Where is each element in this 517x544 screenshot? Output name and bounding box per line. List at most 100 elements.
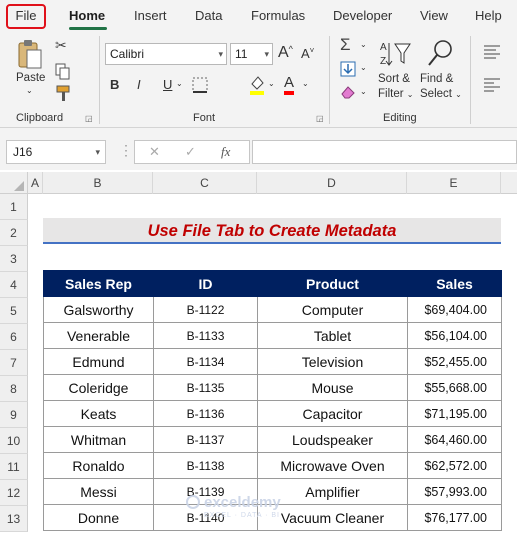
cell-sales-rep[interactable]: Venerable bbox=[43, 322, 154, 349]
cell-product[interactable]: Tablet bbox=[257, 322, 408, 349]
bold-button[interactable]: B bbox=[110, 77, 119, 92]
row-header[interactable]: 12 bbox=[0, 480, 28, 506]
cell-id[interactable]: B-1134 bbox=[153, 348, 258, 375]
row-header[interactable]: 2 bbox=[0, 220, 28, 246]
cell-sales[interactable]: $56,104.00 bbox=[407, 322, 502, 349]
cell-product[interactable]: Capacitor bbox=[257, 400, 408, 427]
clipboard-launcher-icon[interactable]: ◲ bbox=[85, 114, 93, 123]
cell-sales[interactable]: $64,460.00 bbox=[407, 426, 502, 453]
header-id[interactable]: ID bbox=[153, 270, 258, 297]
header-sales-rep[interactable]: Sales Rep bbox=[43, 270, 154, 297]
font-launcher-icon[interactable]: ◲ bbox=[316, 114, 324, 123]
cancel-icon[interactable]: ✕ bbox=[149, 144, 160, 160]
paste-button[interactable]: Paste bbox=[16, 72, 45, 84]
cell-product[interactable]: Microwave Oven bbox=[257, 452, 408, 479]
font-size-select[interactable]: 11 ▾ bbox=[230, 43, 273, 65]
column-header-d[interactable]: D bbox=[257, 172, 407, 194]
row-header[interactable]: 9 bbox=[0, 402, 28, 428]
row-header[interactable]: 5 bbox=[0, 298, 28, 324]
row-header[interactable]: 11 bbox=[0, 454, 28, 480]
clear-dropdown-icon[interactable]: ⌄ bbox=[360, 87, 367, 96]
cell-id[interactable]: B-1136 bbox=[153, 400, 258, 427]
tab-data[interactable]: Data bbox=[195, 8, 222, 23]
cell-sales-rep[interactable]: Edmund bbox=[43, 348, 154, 375]
cell-sales-rep[interactable]: Whitman bbox=[43, 426, 154, 453]
cell-id[interactable]: B-1138 bbox=[153, 452, 258, 479]
paste-icon[interactable] bbox=[16, 38, 44, 70]
row-header[interactable]: 6 bbox=[0, 324, 28, 350]
cell-sales[interactable]: $69,404.00 bbox=[407, 296, 502, 323]
grow-font-button[interactable]: A^ bbox=[278, 44, 293, 62]
fill-color-dropdown-icon[interactable]: ⌄ bbox=[268, 79, 275, 88]
borders-icon[interactable] bbox=[191, 76, 213, 94]
formula-input[interactable] bbox=[252, 140, 517, 164]
cell-id[interactable]: B-1135 bbox=[153, 374, 258, 401]
column-header-b[interactable]: B bbox=[43, 172, 153, 194]
header-product[interactable]: Product bbox=[257, 270, 408, 297]
clear-icon[interactable] bbox=[340, 84, 356, 100]
cut-icon[interactable]: ✂ bbox=[55, 38, 67, 52]
cell-sales[interactable]: $52,455.00 bbox=[407, 348, 502, 375]
tab-file[interactable]: File bbox=[6, 4, 46, 29]
tab-help[interactable]: Help bbox=[475, 8, 502, 23]
sheet-title[interactable]: Use File Tab to Create Metadata bbox=[43, 218, 501, 244]
cell-product[interactable]: Computer bbox=[257, 296, 408, 323]
cell-sales-rep[interactable]: Coleridge bbox=[43, 374, 154, 401]
row-header[interactable]: 7 bbox=[0, 350, 28, 376]
column-header-a[interactable]: A bbox=[28, 172, 43, 194]
cell-sales-rep[interactable]: Ronaldo bbox=[43, 452, 154, 479]
find-select-button[interactable]: Find & Select ⌄ bbox=[420, 72, 462, 102]
cell-id[interactable]: B-1133 bbox=[153, 322, 258, 349]
sort-filter-icon[interactable]: A Z bbox=[379, 39, 413, 69]
row-header[interactable]: 4 bbox=[0, 272, 28, 298]
autosum-icon[interactable]: Σ bbox=[340, 36, 351, 53]
cell-id[interactable]: B-1122 bbox=[153, 296, 258, 323]
cell-sales[interactable]: $62,572.00 bbox=[407, 452, 502, 479]
cell-product[interactable]: Loudspeaker bbox=[257, 426, 408, 453]
autosum-dropdown-icon[interactable]: ⌄ bbox=[360, 40, 367, 49]
insert-function-icon[interactable]: fx bbox=[221, 144, 230, 160]
cell-sales[interactable]: $76,177.00 bbox=[407, 504, 502, 531]
row-header[interactable]: 13 bbox=[0, 506, 28, 532]
paste-dropdown-icon[interactable]: ⌄ bbox=[26, 86, 33, 95]
cell-sales-rep[interactable]: Keats bbox=[43, 400, 154, 427]
find-icon[interactable] bbox=[426, 38, 456, 70]
cell-sales[interactable]: $71,195.00 bbox=[407, 400, 502, 427]
row-header[interactable]: 1 bbox=[0, 194, 28, 220]
row-header[interactable]: 8 bbox=[0, 376, 28, 402]
fill-color-icon[interactable] bbox=[248, 74, 266, 96]
column-header-c[interactable]: C bbox=[153, 172, 257, 194]
cell-sales[interactable]: $55,668.00 bbox=[407, 374, 502, 401]
align-left-icon[interactable] bbox=[482, 76, 502, 92]
italic-button[interactable]: I bbox=[137, 77, 141, 92]
tab-formulas[interactable]: Formulas bbox=[251, 8, 305, 23]
row-header[interactable]: 3 bbox=[0, 246, 28, 272]
row-header[interactable]: 10 bbox=[0, 428, 28, 454]
format-painter-icon[interactable] bbox=[55, 84, 73, 102]
cell-sales-rep[interactable]: Donne bbox=[43, 504, 154, 531]
cell-product[interactable]: Mouse bbox=[257, 374, 408, 401]
sort-filter-button[interactable]: Sort & Filter ⌄ bbox=[378, 72, 413, 102]
font-color-icon[interactable]: A bbox=[284, 74, 295, 95]
header-sales[interactable]: Sales bbox=[407, 270, 502, 297]
tab-home[interactable]: Home bbox=[69, 8, 105, 23]
underline-button[interactable]: U bbox=[163, 77, 172, 92]
copy-icon[interactable] bbox=[54, 62, 72, 80]
tab-developer[interactable]: Developer bbox=[333, 8, 392, 23]
cell-product[interactable]: Television bbox=[257, 348, 408, 375]
cell-sales-rep[interactable]: Galsworthy bbox=[43, 296, 154, 323]
select-all-button[interactable] bbox=[0, 172, 28, 194]
font-name-select[interactable]: Calibri ▾ bbox=[105, 43, 227, 65]
align-icon[interactable] bbox=[482, 43, 502, 59]
fill-icon[interactable] bbox=[340, 61, 356, 77]
cell-sales-rep[interactable]: Messi bbox=[43, 478, 154, 505]
fill-dropdown-icon[interactable]: ⌄ bbox=[360, 63, 367, 72]
cell-id[interactable]: B-1137 bbox=[153, 426, 258, 453]
shrink-font-button[interactable]: A˅ bbox=[301, 46, 314, 61]
underline-dropdown-icon[interactable]: ⌄ bbox=[176, 79, 183, 88]
formula-bar-splitter[interactable]: ⋮ bbox=[119, 142, 133, 159]
tab-view[interactable]: View bbox=[420, 8, 448, 23]
enter-icon[interactable]: ✓ bbox=[185, 144, 196, 160]
font-color-dropdown-icon[interactable]: ⌄ bbox=[302, 79, 309, 88]
column-header-e[interactable]: E bbox=[407, 172, 501, 194]
